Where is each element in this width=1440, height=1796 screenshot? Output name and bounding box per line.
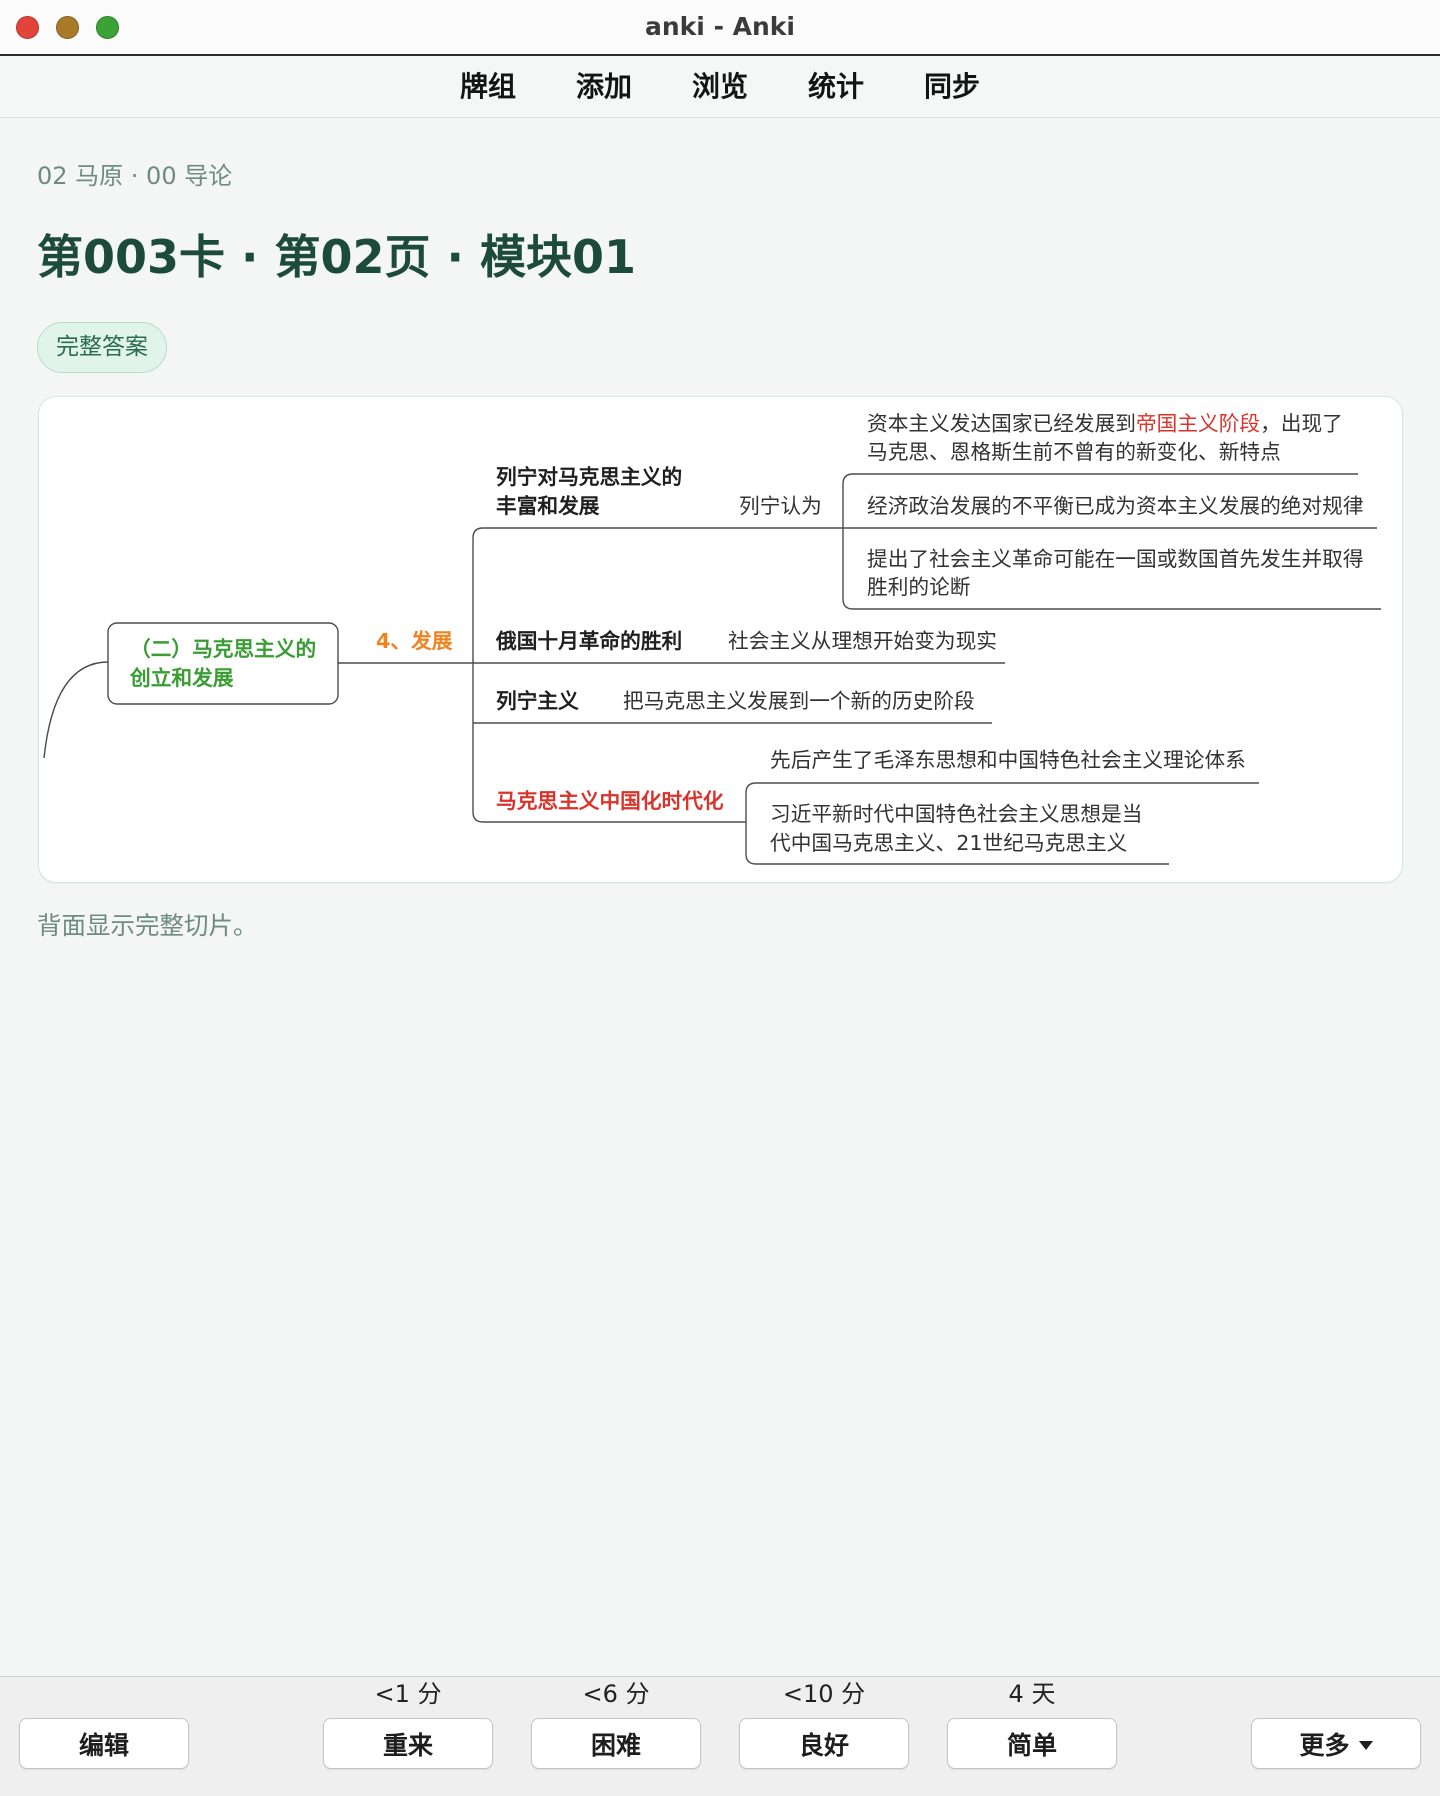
toolbar-browse[interactable]: 浏览 xyxy=(662,56,778,117)
rating-easy-group: 4 天 简单 xyxy=(947,1679,1117,1771)
answer-card: （二）马克思主义的 创立和发展 4、发展 列宁对马克思主义的 丰富和发展 列宁认… xyxy=(38,396,1403,883)
mindmap-topic-label: 4、发展 xyxy=(376,629,453,653)
mindmap-point-text: 经济政治发展的不平衡已成为资本主义发展的绝对规律 xyxy=(867,494,1364,518)
mindmap-point-text: 资本主义发达国家已经发展到帝国主义阶段，出现了 xyxy=(867,411,1343,435)
rating-interval: <10 分 xyxy=(782,1680,866,1708)
rating-interval: <6 分 xyxy=(582,1680,650,1708)
more-button-label: 更多 xyxy=(1299,1730,1350,1760)
mindmap-point-text: 先后产生了毛泽东思想和中国特色社会主义理论体系 xyxy=(770,748,1246,772)
mindmap-branch-title: 列宁对马克思主义的 xyxy=(496,465,682,489)
mindmap-branch-title: 俄国十月革命的胜利 xyxy=(495,629,682,653)
mindmap-branch-title: 列宁主义 xyxy=(496,689,579,713)
point-highlight-segment: 帝国主义阶段 xyxy=(1135,411,1259,435)
mindmap-point-text: 把马克思主义发展到一个新的历史阶段 xyxy=(623,689,975,713)
point-text-segment: ，出现了 xyxy=(1260,411,1343,435)
rating-again-group: <1 分 重来 xyxy=(323,1679,493,1771)
mindmap-point-text: 提出了社会主义革命可能在一国或数国首先发生并取得 xyxy=(867,547,1364,571)
mindmap-point-text: 马克思、恩格斯生前不曾有的新变化、新特点 xyxy=(867,440,1281,464)
good-button[interactable]: 良好 xyxy=(739,1718,909,1769)
easy-button[interactable]: 简单 xyxy=(947,1718,1117,1769)
main-toolbar: 牌组 添加 浏览 统计 同步 xyxy=(0,56,1440,118)
answer-footnote: 背面显示完整切片。 xyxy=(37,911,258,940)
mindmap-point-text: 社会主义从理想开始变为现实 xyxy=(728,629,997,653)
toolbar-stats[interactable]: 统计 xyxy=(778,56,894,117)
mindmap-root-line: 创立和发展 xyxy=(129,666,234,690)
rating-interval: 4 天 xyxy=(1008,1680,1056,1708)
edit-button[interactable]: 编辑 xyxy=(19,1718,189,1769)
mindmap-root-box xyxy=(106,621,339,705)
mindmap-entry-curve xyxy=(42,660,108,758)
rating-hard-group: <6 分 困难 xyxy=(531,1679,701,1771)
toolbar-decks[interactable]: 牌组 xyxy=(430,56,546,117)
mindmap: （二）马克思主义的 创立和发展 4、发展 列宁对马克思主义的 丰富和发展 列宁认… xyxy=(42,411,1381,865)
more-button[interactable]: 更多 xyxy=(1251,1718,1421,1769)
branch-4-fork xyxy=(744,781,756,865)
answer-bar: 编辑 <1 分 重来 <6 分 困难 <10 分 良好 4 天 简单 更多 xyxy=(0,1676,1440,1796)
again-button[interactable]: 重来 xyxy=(323,1718,493,1769)
title-bar: anki - Anki xyxy=(0,0,1440,56)
window-title: anki - Anki xyxy=(645,12,795,41)
mindmap-point-text: 胜利的论断 xyxy=(867,575,970,599)
answer-tag: 完整答案 xyxy=(37,322,167,373)
mindmap-branch-title: 丰富和发展 xyxy=(496,494,600,518)
hard-button[interactable]: 困难 xyxy=(531,1718,701,1769)
deck-path: 02 马原 · 00 导论 xyxy=(37,162,233,190)
point-text-segment: 资本主义发达国家已经发展到 xyxy=(867,411,1136,435)
mindmap-root-line: （二）马克思主义的 xyxy=(130,637,316,661)
toolbar-add[interactable]: 添加 xyxy=(546,56,662,117)
mindmap-relation-label: 列宁认为 xyxy=(739,494,822,518)
rating-good-group: <10 分 良好 xyxy=(739,1679,909,1771)
branch-1-fork xyxy=(841,472,853,610)
card-title: 第003卡 · 第02页 · 模块01 xyxy=(37,230,637,284)
mindmap-trunk xyxy=(471,526,483,823)
caret-down-icon xyxy=(1358,1740,1373,1750)
mindmap-point-text: 代中国马克思主义、21世纪马克思主义 xyxy=(770,831,1127,855)
rating-interval: <1 分 xyxy=(374,1680,442,1708)
mindmap-point-text: 习近平新时代中国特色社会主义思想是当 xyxy=(770,802,1142,826)
toolbar-sync[interactable]: 同步 xyxy=(894,56,1010,117)
mindmap-branch-title: 马克思主义中国化时代化 xyxy=(496,789,724,813)
